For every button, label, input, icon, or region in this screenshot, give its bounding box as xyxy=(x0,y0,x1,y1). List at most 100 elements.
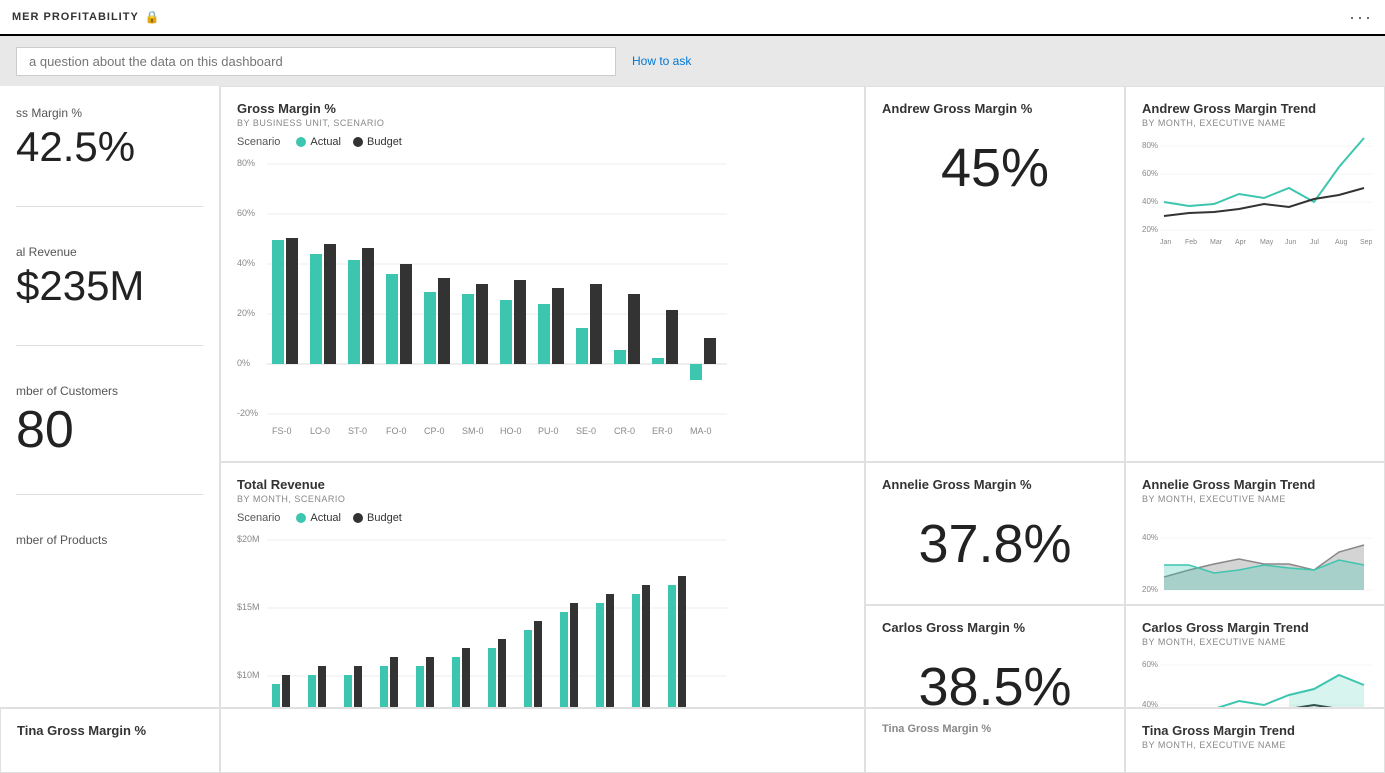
svg-text:Apr: Apr xyxy=(1235,239,1247,246)
budget-dot xyxy=(353,137,363,147)
carlos-trend-chart: 60% 40% 20% Jan Feb Mar Apr May Jun Jul … xyxy=(1142,655,1372,707)
annelie-trend-subtitle: BY MONTH, EXECUTIVE NAME xyxy=(1142,494,1368,504)
actual-legend: Actual xyxy=(296,136,341,148)
lock-icon: 🔒 xyxy=(145,10,161,24)
carlos-trend-card: Carlos Gross Margin Trend BY MONTH, EXEC… xyxy=(1125,605,1385,707)
tina-row: Tina Gross Margin % Tina Gross Margin % … xyxy=(0,707,1385,773)
customers-value: 80 xyxy=(16,404,203,456)
svg-text:60%: 60% xyxy=(1142,169,1158,178)
svg-text:$20M: $20M xyxy=(237,534,260,544)
svg-text:Aug: Aug xyxy=(1335,239,1348,246)
svg-text:60%: 60% xyxy=(237,208,255,218)
svg-text:$15M: $15M xyxy=(237,602,260,612)
andrew-trend-card: Andrew Gross Margin Trend BY MONTH, EXEC… xyxy=(1125,86,1385,462)
actual-label: Actual xyxy=(310,136,341,148)
svg-text:60%: 60% xyxy=(1142,660,1158,669)
rev-chart-subtitle: BY MONTH, SCENARIO xyxy=(237,494,848,504)
total-revenue-card: Total Revenue BY MONTH, SCENARIO Scenari… xyxy=(220,462,865,707)
qa-bar: How to ask xyxy=(0,36,1385,86)
annelie-trend-title: Annelie Gross Margin Trend xyxy=(1142,477,1368,492)
tina-trend-title: Tina Gross Margin Trend xyxy=(1142,723,1368,738)
carlos-trend-title: Carlos Gross Margin Trend xyxy=(1142,620,1368,635)
svg-text:Jul: Jul xyxy=(1310,239,1319,246)
svg-text:Mar: Mar xyxy=(1210,239,1223,246)
svg-text:ER-0: ER-0 xyxy=(652,426,673,436)
svg-text:MA-0: MA-0 xyxy=(690,426,712,436)
top-bar: MER PROFITABILITY 🔒 ··· xyxy=(0,0,1385,36)
title-text: MER PROFITABILITY xyxy=(12,11,139,23)
rev-legend: Scenario Actual Budget xyxy=(237,512,848,524)
annelie-trend-chart: 40% 20% Jan Feb Mar Apr May Jun Jul Aug … xyxy=(1142,512,1372,605)
svg-text:-20%: -20% xyxy=(237,408,258,418)
svg-text:FS-0: FS-0 xyxy=(272,426,292,436)
left-panel: ss Margin % 42.5% al Revenue $235M mber … xyxy=(0,86,220,707)
svg-text:20%: 20% xyxy=(237,308,255,318)
dashboard-grid: ss Margin % 42.5% al Revenue $235M mber … xyxy=(0,86,1385,707)
carlos-gm-title: Carlos Gross Margin % xyxy=(882,620,1108,635)
rev-budget-label: Budget xyxy=(367,512,402,524)
svg-text:$10M: $10M xyxy=(237,670,260,680)
svg-text:80%: 80% xyxy=(1142,141,1158,150)
svg-text:Sep: Sep xyxy=(1360,239,1372,246)
andrew-trend-chart: 80% 60% 40% 20% Jan Feb Mar Apr May Jun … xyxy=(1142,136,1372,246)
annelie-gm-card: Annelie Gross Margin % 37.8% xyxy=(865,462,1125,605)
gm-chart-title: Gross Margin % xyxy=(237,101,848,116)
budget-label: Budget xyxy=(367,136,402,148)
svg-text:HO-0: HO-0 xyxy=(500,426,522,436)
svg-text:40%: 40% xyxy=(1142,533,1158,542)
andrew-gm-value: 45% xyxy=(882,136,1108,201)
how-to-ask-link[interactable]: How to ask xyxy=(632,54,691,68)
rev-chart-title: Total Revenue xyxy=(237,477,848,492)
carlos-gm-value: 38.5% xyxy=(882,655,1108,707)
svg-text:80%: 80% xyxy=(237,158,255,168)
annelie-gm-value: 37.8% xyxy=(882,512,1108,577)
gross-margin-label: ss Margin % xyxy=(16,106,203,120)
svg-text:CP-0: CP-0 xyxy=(424,426,445,436)
andrew-gm-card: Andrew Gross Margin % 45% xyxy=(865,86,1125,462)
svg-text:40%: 40% xyxy=(1142,700,1158,707)
svg-text:20%: 20% xyxy=(1142,225,1158,234)
svg-text:CR-0: CR-0 xyxy=(614,426,635,436)
total-revenue-metric: al Revenue $235M xyxy=(16,245,203,307)
gross-margin-value: 42.5% xyxy=(16,126,203,168)
scenario-label: Scenario xyxy=(237,136,280,148)
annelie-gm-title: Annelie Gross Margin % xyxy=(882,477,1108,492)
svg-text:PU-0: PU-0 xyxy=(538,426,559,436)
more-options-button[interactable]: ··· xyxy=(1349,7,1373,28)
andrew-trend-title: Andrew Gross Margin Trend xyxy=(1142,101,1368,116)
customers-label: mber of Customers xyxy=(16,384,203,398)
gm-legend: Scenario Actual Budget xyxy=(237,136,848,148)
tina-gm-card: Tina Gross Margin % xyxy=(0,708,220,773)
svg-text:LO-0: LO-0 xyxy=(310,426,330,436)
tina-gm-card2: Tina Gross Margin % xyxy=(865,708,1125,773)
svg-text:SM-0: SM-0 xyxy=(462,426,484,436)
total-revenue-value: $235M xyxy=(16,265,203,307)
rev-scenario-label: Scenario xyxy=(237,512,280,524)
actual-dot xyxy=(296,137,306,147)
rev-budget-legend: Budget xyxy=(353,512,402,524)
products-metric: mber of Products xyxy=(16,533,203,553)
gm-bar-chart: 80% 60% 40% 20% 0% -20% xyxy=(237,154,727,444)
tina-rev-placeholder xyxy=(220,708,865,773)
qa-input[interactable] xyxy=(16,47,616,76)
gross-margin-metric: ss Margin % 42.5% xyxy=(16,106,203,168)
gross-margin-chart-card: Gross Margin % BY BUSINESS UNIT, SCENARI… xyxy=(220,86,865,462)
tina-trend-subtitle: BY MONTH, EXECUTIVE NAME xyxy=(1142,740,1368,750)
svg-text:Feb: Feb xyxy=(1185,239,1197,246)
tina-trend-card: Tina Gross Margin Trend BY MONTH, EXECUT… xyxy=(1125,708,1385,773)
carlos-trend-subtitle: BY MONTH, EXECUTIVE NAME xyxy=(1142,637,1368,647)
svg-text:Jan: Jan xyxy=(1160,239,1171,246)
svg-text:FO-0: FO-0 xyxy=(386,426,407,436)
annelie-trend-card: Annelie Gross Margin Trend BY MONTH, EXE… xyxy=(1125,462,1385,605)
rev-actual-legend: Actual xyxy=(296,512,341,524)
tina-gm-label: Tina Gross Margin % xyxy=(882,723,1108,735)
customers-metric: mber of Customers 80 xyxy=(16,384,203,456)
rev-actual-dot xyxy=(296,513,306,523)
svg-text:Jun: Jun xyxy=(1285,239,1296,246)
rev-bar-chart: $20M $15M $10M xyxy=(237,530,727,707)
budget-legend: Budget xyxy=(353,136,402,148)
total-revenue-label: al Revenue xyxy=(16,245,203,259)
tina-gm-title: Tina Gross Margin % xyxy=(17,723,203,738)
rev-actual-label: Actual xyxy=(310,512,341,524)
svg-text:40%: 40% xyxy=(237,258,255,268)
